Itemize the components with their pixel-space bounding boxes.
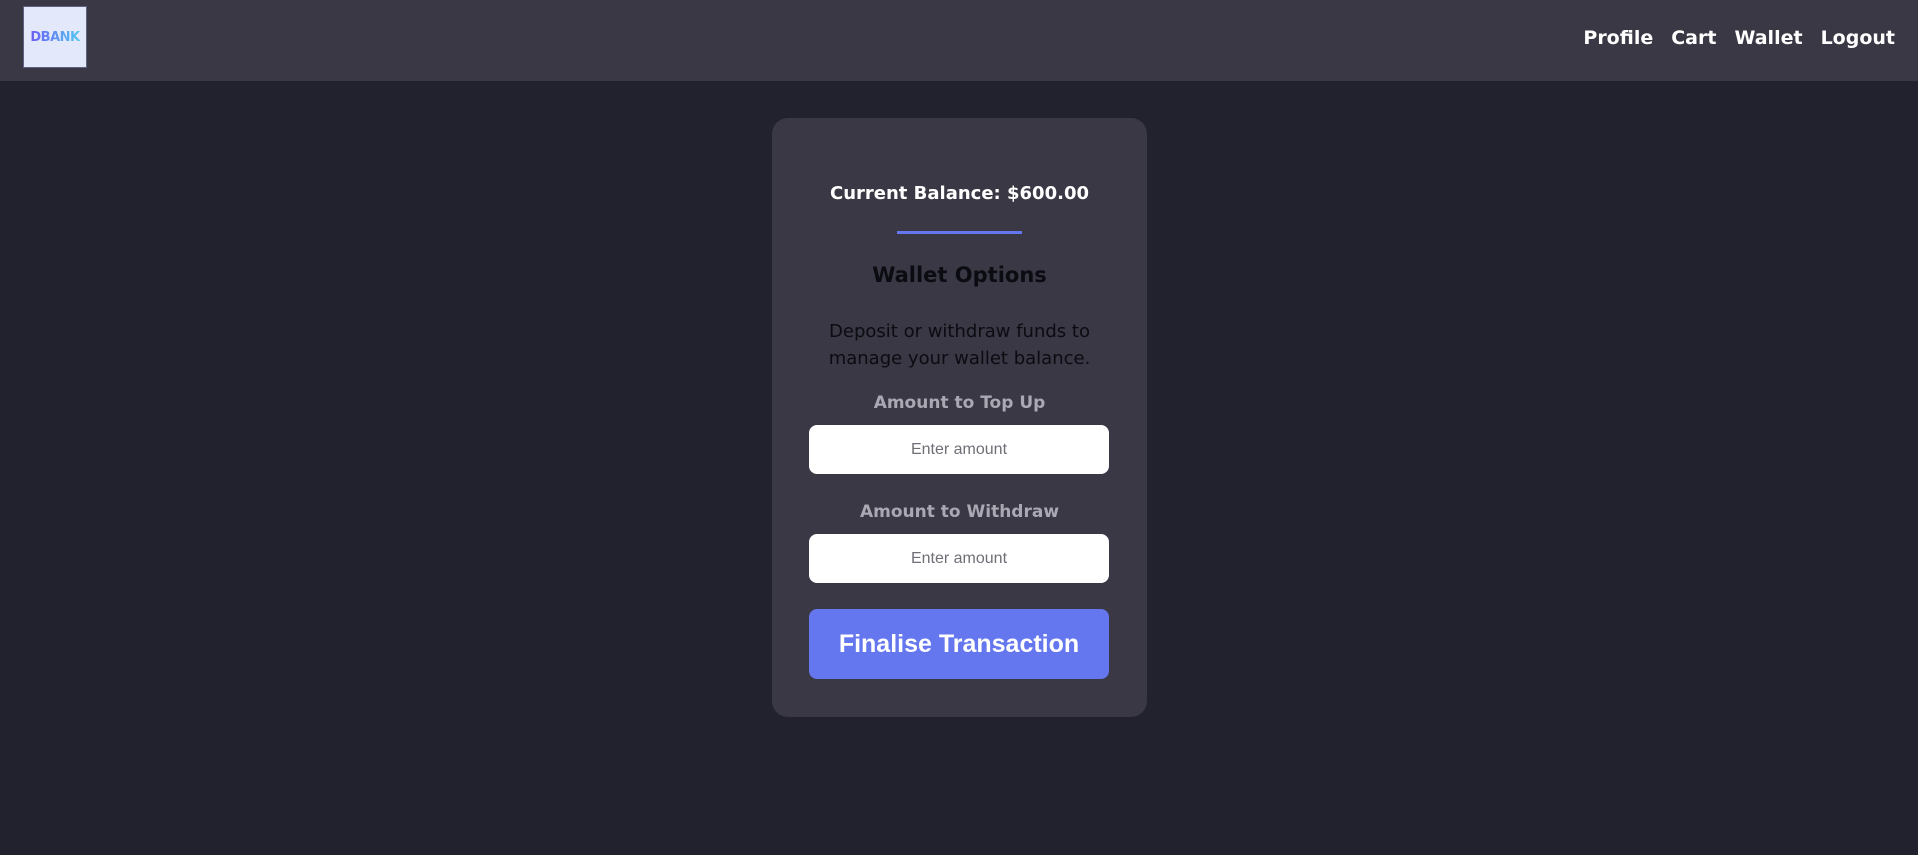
wallet-card: Current Balance: $600.00 Wallet Options … <box>772 118 1147 717</box>
finalise-transaction-button[interactable]: Finalise Transaction <box>809 609 1109 679</box>
top-navbar: DBANK Profile Cart Wallet Logout <box>0 0 1918 81</box>
wallet-description: Deposit or withdraw funds to manage your… <box>828 321 1091 369</box>
main-nav: Profile Cart Wallet Logout <box>1583 24 1895 52</box>
logo-text: DBANK <box>30 29 80 45</box>
withdraw-amount-input[interactable] <box>809 534 1109 583</box>
accent-divider <box>897 231 1022 234</box>
nav-logout-link[interactable]: Logout <box>1821 24 1895 52</box>
wallet-options-title: Wallet Options <box>872 263 1047 287</box>
current-balance: Current Balance: $600.00 <box>830 183 1089 204</box>
dbank-logo[interactable]: DBANK <box>23 6 87 68</box>
withdraw-label: Amount to Withdraw <box>859 502 1060 522</box>
nav-wallet-link[interactable]: Wallet <box>1734 24 1802 52</box>
topup-amount-input[interactable] <box>809 425 1109 474</box>
nav-cart-link[interactable]: Cart <box>1671 24 1716 52</box>
topup-label: Amount to Top Up <box>873 393 1046 413</box>
nav-profile-link[interactable]: Profile <box>1583 24 1653 52</box>
